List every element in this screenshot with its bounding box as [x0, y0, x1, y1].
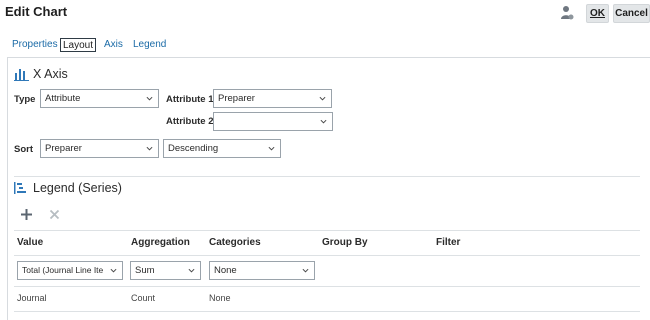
chevron-down-icon: [268, 146, 275, 151]
attribute1-label: Attribute 1: [166, 94, 214, 105]
row1-aggregation: Sum: [135, 265, 155, 276]
row1-aggregation-select[interactable]: Sum: [130, 261, 201, 280]
legend-section-header: Legend (Series): [14, 181, 122, 195]
type-label: Type: [14, 94, 36, 105]
attribute2-select[interactable]: [213, 112, 333, 131]
row2-categories: None: [209, 293, 231, 303]
table-top-border: [14, 230, 640, 231]
attribute1-select-value: Preparer: [218, 93, 255, 104]
ok-button[interactable]: OK: [586, 4, 609, 23]
sort-field-select[interactable]: Preparer: [40, 139, 159, 158]
tab-legend[interactable]: Legend: [133, 38, 166, 52]
user-settings-icon[interactable]: [560, 5, 574, 21]
x-axis-title: X Axis: [33, 67, 68, 81]
table-header-border: [14, 255, 640, 256]
legend-series-icon: [14, 182, 26, 194]
delete-icon[interactable]: [49, 209, 60, 220]
bar-chart-icon: [14, 69, 29, 81]
type-select-value: Attribute: [45, 93, 81, 104]
row2-value[interactable]: Journal: [17, 293, 47, 303]
section-divider: [14, 176, 640, 177]
type-select[interactable]: Attribute: [40, 89, 159, 108]
table-row-border: [14, 311, 640, 312]
tab-bar: Properties Layout Axis Legend: [0, 38, 650, 54]
x-axis-section-header: X Axis: [14, 67, 68, 81]
column-header-categories: Categories: [209, 237, 261, 248]
legend-title: Legend (Series): [33, 181, 122, 195]
tab-layout[interactable]: Layout: [60, 38, 97, 52]
chevron-down-icon: [110, 268, 117, 273]
row1-value-select[interactable]: Total (Journal Line Ite: [17, 261, 123, 280]
row1-categories: None: [214, 265, 237, 276]
row1-categories-select[interactable]: None: [209, 261, 315, 280]
column-header-value: Value: [17, 237, 44, 248]
chevron-down-icon: [146, 146, 153, 151]
sort-order-value: Descending: [168, 143, 219, 154]
table-row-border: [14, 286, 640, 287]
sort-order-select[interactable]: Descending: [163, 139, 281, 158]
sort-label: Sort: [14, 144, 33, 155]
chevron-down-icon: [320, 119, 327, 124]
dialog-title: Edit Chart: [5, 4, 68, 19]
tab-axis[interactable]: Axis: [104, 38, 123, 52]
attribute2-label: Attribute 2: [166, 116, 214, 127]
column-header-aggregation: Aggregation: [131, 237, 190, 248]
add-icon[interactable]: [20, 208, 33, 221]
tab-properties[interactable]: Properties: [12, 38, 58, 52]
row1-value: Total (Journal Line Ite: [22, 265, 104, 275]
sort-field-value: Preparer: [45, 143, 82, 154]
row2-aggregation: Count: [131, 293, 156, 303]
chevron-down-icon: [319, 96, 326, 101]
attribute1-select[interactable]: Preparer: [213, 89, 332, 108]
column-header-group-by: Group By: [322, 237, 368, 248]
chevron-down-icon: [188, 268, 195, 273]
cancel-button[interactable]: Cancel: [613, 4, 650, 23]
column-header-filter: Filter: [436, 237, 461, 248]
chevron-down-icon: [302, 268, 309, 273]
chevron-down-icon: [146, 96, 153, 101]
